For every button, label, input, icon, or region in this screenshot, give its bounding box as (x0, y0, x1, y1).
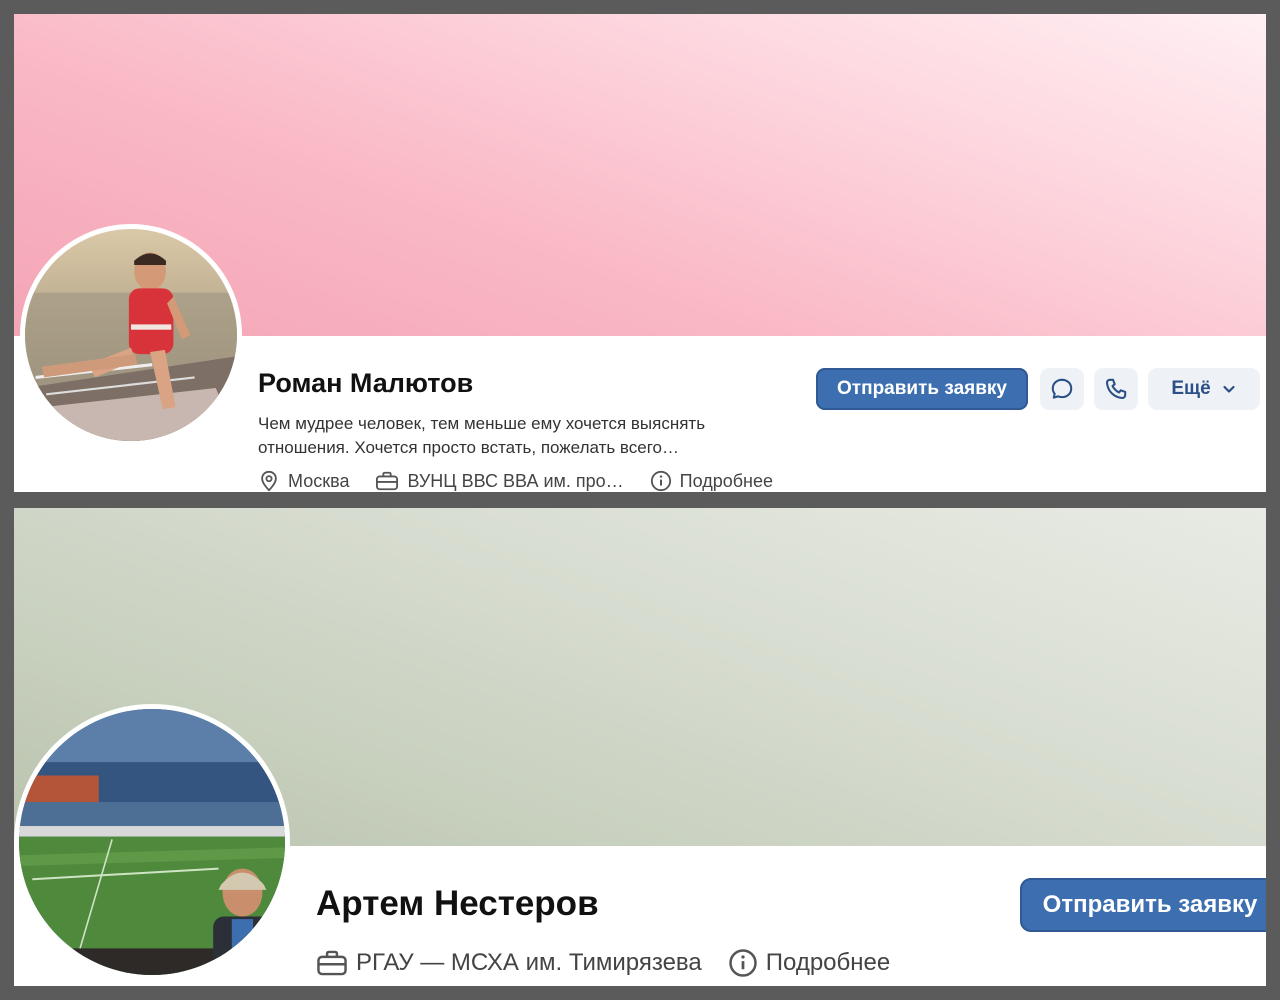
profile-status: Чем мудрее человек, тем меньше ему хочет… (258, 414, 706, 457)
profile-info-row: Москва ВУНЦ ВВС ВВА им. про… Подробнее (258, 470, 799, 492)
profile-card-2: Артем Нестеров РГАУ — МСХА им. Тимирязев… (14, 508, 1266, 986)
info-more-label: Подробнее (679, 470, 774, 491)
send-request-button[interactable]: Отправить заявку (1020, 878, 1266, 932)
info-more-label: Подробнее (765, 949, 891, 976)
briefcase-icon (376, 471, 399, 491)
info-education-label: ВУНЦ ВВС ВВА им. про… (407, 470, 624, 491)
info-icon (729, 949, 757, 977)
phone-icon (1105, 378, 1127, 400)
info-education[interactable]: РГАУ — МСХА им. Тимирязева (316, 948, 702, 978)
message-icon (1051, 378, 1073, 399)
info-city[interactable]: Москва (258, 470, 349, 492)
chevron-down-icon (1223, 385, 1235, 393)
briefcase-icon (317, 950, 347, 976)
avatar[interactable] (20, 224, 242, 446)
send-request-button[interactable]: Отправить заявку (816, 368, 1028, 410)
profile-info-row: РГАУ — МСХА им. Тимирязева Подробнее (316, 948, 916, 978)
info-city-label: Москва (288, 470, 350, 491)
profile-card-1: Роман Малютов Чем мудрее человек, тем ме… (14, 14, 1266, 492)
info-more[interactable]: Подробнее (728, 948, 890, 978)
more-button[interactable]: Ещё (1148, 368, 1260, 410)
more-button-label: Ещё (1171, 378, 1211, 399)
location-icon (261, 470, 277, 492)
message-button[interactable] (1040, 368, 1084, 410)
info-education-label: РГАУ — МСХА им. Тимирязева (356, 949, 702, 976)
avatar[interactable] (14, 704, 290, 980)
info-education[interactable]: ВУНЦ ВВС ВВА им. про… (375, 470, 624, 492)
call-button[interactable] (1094, 368, 1138, 410)
avatar-photo (25, 229, 237, 441)
avatar-photo (19, 709, 285, 975)
info-more[interactable]: Подробнее (650, 470, 773, 492)
profile-name: Роман Малютов (258, 368, 474, 398)
profile-name: Артем Нестеров (316, 884, 599, 923)
info-icon (650, 470, 671, 492)
